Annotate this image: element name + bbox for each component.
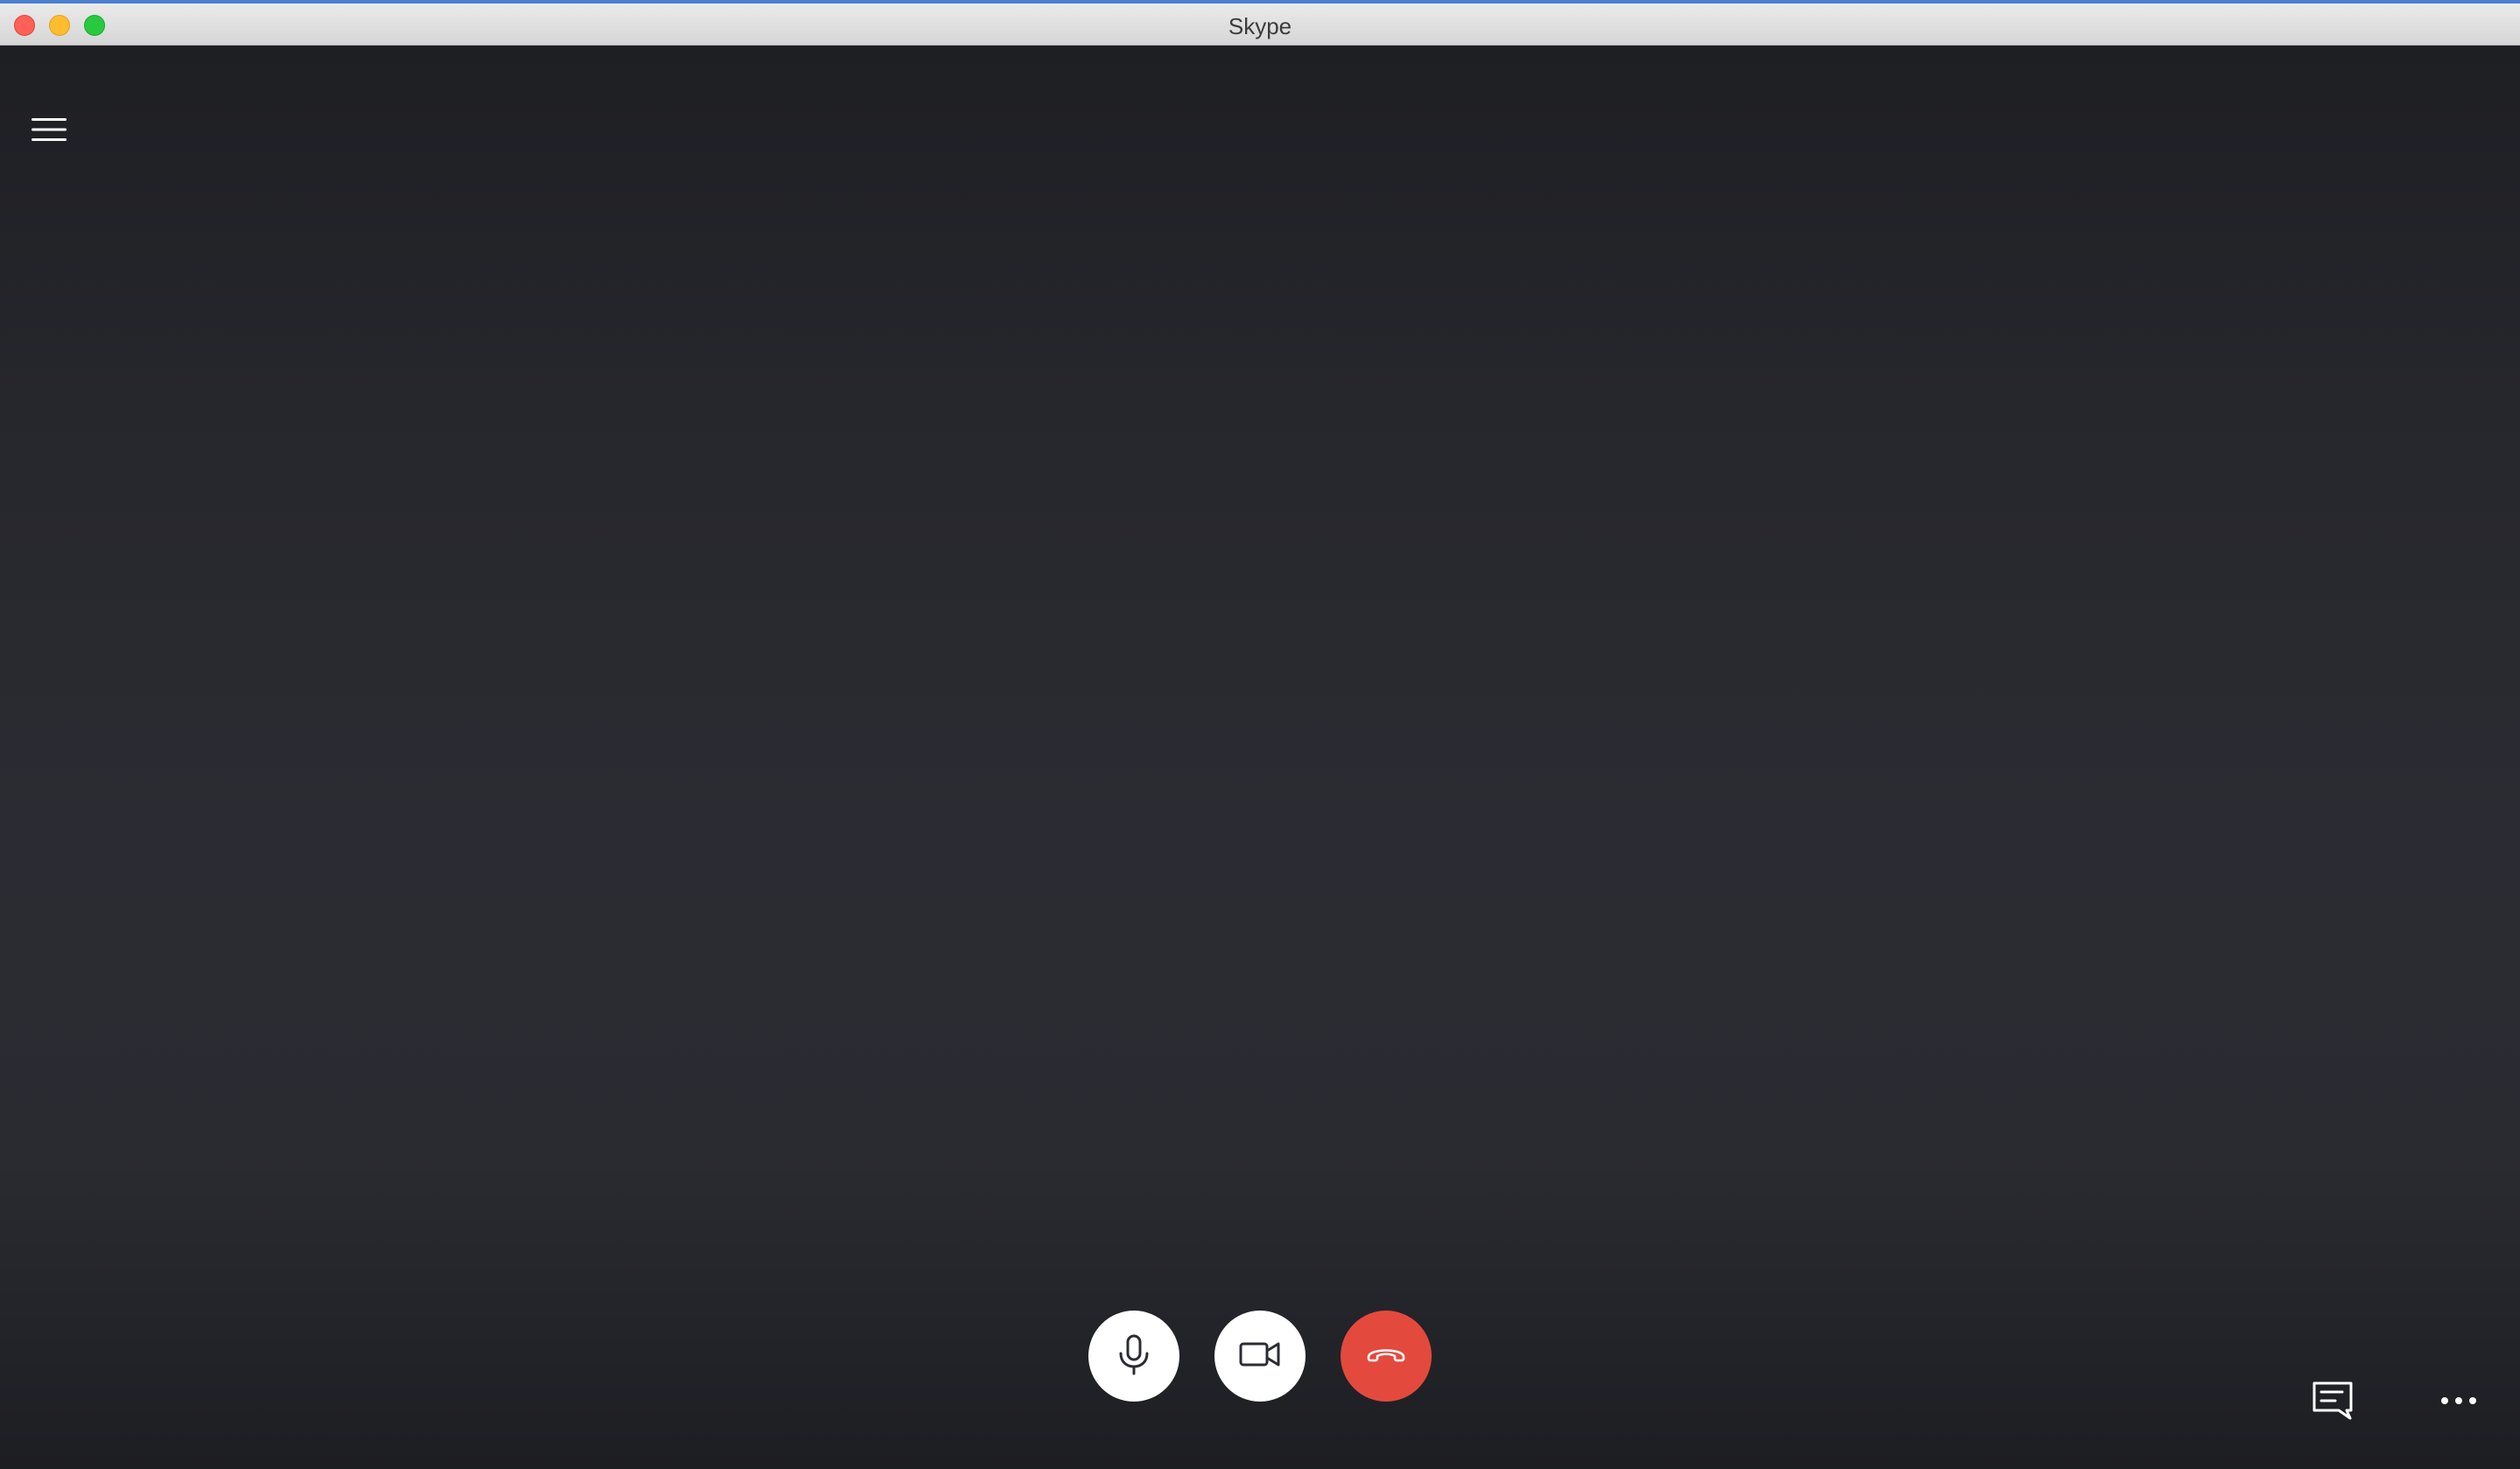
window-title: Skype [1228, 13, 1292, 39]
chat-bubble-icon [2310, 1378, 2355, 1428]
call-stage [0, 46, 2520, 1469]
mute-microphone-button[interactable] [1088, 1311, 1179, 1402]
video-camera-icon [1237, 1332, 1283, 1381]
skype-window: Skype [0, 0, 2520, 1469]
end-call-button[interactable] [1341, 1311, 1432, 1402]
microphone-icon [1111, 1332, 1157, 1381]
title-bar: Skype [0, 0, 2520, 46]
open-chat-button[interactable] [2306, 1376, 2359, 1429]
more-options-ellipsis-icon [2436, 1378, 2481, 1428]
more-options-button[interactable] [2432, 1376, 2485, 1429]
hamburger-menu-icon [26, 107, 72, 152]
toggle-video-button[interactable] [1214, 1311, 1306, 1402]
end-call-phone-icon [1362, 1330, 1411, 1383]
menu-button[interactable] [26, 107, 72, 152]
